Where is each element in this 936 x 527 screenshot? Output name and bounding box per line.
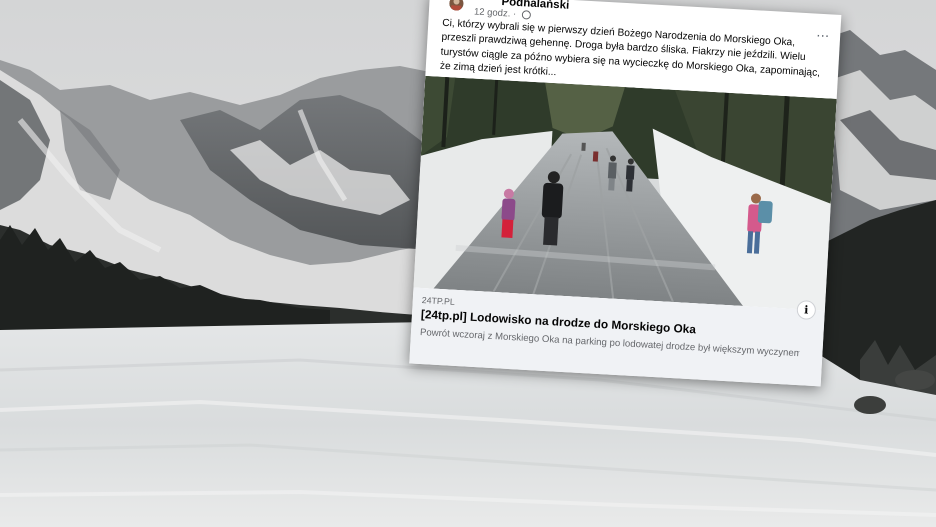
link-domain: 24TP.PL (421, 295, 456, 307)
post-time[interactable]: 12 godz. (474, 6, 511, 19)
meta-separator: · (512, 8, 517, 20)
post-photo[interactable] (413, 75, 837, 311)
facebook-post-card: Podhalański 12 godz. · ⋯ Ci, którzy wybr… (409, 0, 842, 387)
info-icon[interactable]: i (796, 299, 817, 321)
author-avatar[interactable] (449, 0, 464, 11)
link-description: Powrót wczoraj z Morskiego Oka na parkin… (419, 326, 800, 360)
globe-icon (521, 10, 532, 20)
